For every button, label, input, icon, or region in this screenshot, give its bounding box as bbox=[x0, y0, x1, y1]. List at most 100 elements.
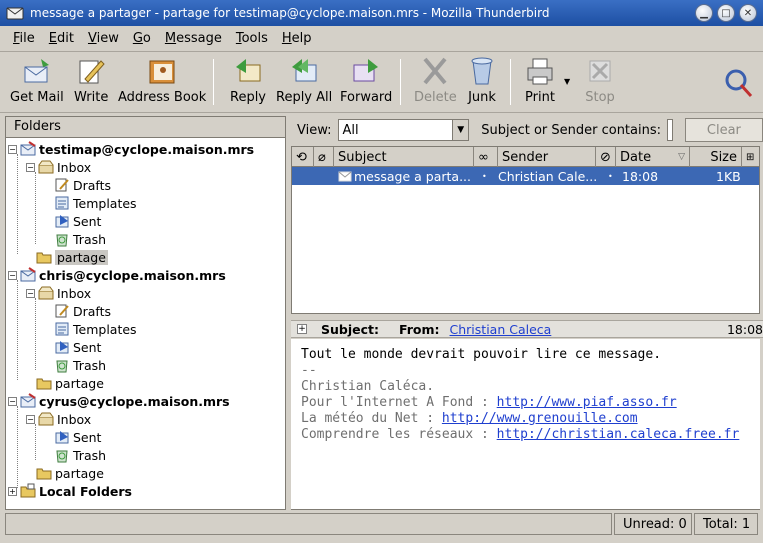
column-date[interactable]: Date ▽ bbox=[616, 147, 690, 167]
row-size: 1KB bbox=[716, 168, 741, 184]
print-icon bbox=[527, 58, 553, 85]
sent-icon bbox=[55, 341, 69, 354]
link-caleca[interactable]: http://christian.caleca.free.fr bbox=[497, 427, 740, 442]
collapse-toggle[interactable]: − bbox=[26, 414, 35, 424]
clear-button[interactable]: Clear bbox=[684, 118, 763, 142]
reply-all-label: Reply All bbox=[276, 90, 333, 105]
close-button[interactable]: ✕ bbox=[739, 4, 757, 22]
account-testimap[interactable]: − testimap@cyclope.maison.mrs bbox=[8, 140, 254, 158]
column-junk[interactable]: ⊘ bbox=[596, 147, 616, 167]
collapse-toggle[interactable]: − bbox=[8, 270, 17, 280]
mail-account-icon bbox=[20, 267, 36, 282]
get-mail-button[interactable]: Get Mail bbox=[10, 55, 64, 105]
link-piaf[interactable]: http://www.piaf.asso.fr bbox=[497, 395, 677, 410]
thread-pane: ⟲ ⌀ Subject ∞ Sender ⊘ Date ▽ Size ⊞ mes… bbox=[291, 146, 760, 314]
dropdown-arrow-icon[interactable]: ▼ bbox=[452, 120, 469, 140]
message-time: 18:08 bbox=[726, 321, 763, 337]
get-mail-icon bbox=[24, 59, 49, 83]
body-line: Tout le monde devrait pouvoir lire ce me… bbox=[301, 347, 662, 362]
attachment-icon: ⌀ bbox=[318, 149, 326, 165]
print-button[interactable]: Print bbox=[524, 55, 556, 105]
column-size[interactable]: Size bbox=[690, 147, 742, 167]
minimize-button[interactable]: ▁ bbox=[695, 4, 713, 22]
collapse-toggle[interactable]: − bbox=[26, 288, 35, 298]
total-count: Total: 1 bbox=[694, 513, 758, 535]
menu-go[interactable]: Go bbox=[126, 31, 158, 46]
folder-trash[interactable]: Trash bbox=[54, 446, 106, 464]
drafts-icon bbox=[55, 304, 69, 318]
folder-templates[interactable]: Templates bbox=[54, 320, 137, 338]
stop-button[interactable]: Stop bbox=[584, 55, 616, 105]
reply-all-button[interactable]: Reply All bbox=[276, 55, 332, 105]
mail-account-icon bbox=[20, 141, 36, 156]
from-link[interactable]: Christian Caleca bbox=[450, 322, 552, 337]
column-picker[interactable]: ⊞ bbox=[742, 147, 759, 167]
folder-inbox[interactable]: − Inbox bbox=[26, 410, 91, 428]
expand-header-icon[interactable]: + bbox=[297, 324, 307, 334]
signature-line: Pour l'Internet A Fond : http://www.piaf… bbox=[301, 395, 677, 410]
folder-sent[interactable]: Sent bbox=[54, 212, 101, 230]
column-subject[interactable]: Subject bbox=[334, 147, 474, 167]
unread-dot-icon: • bbox=[482, 171, 487, 181]
templates-icon bbox=[55, 196, 69, 210]
delete-button[interactable]: Delete bbox=[414, 55, 457, 105]
menu-tools[interactable]: Tools bbox=[229, 31, 275, 46]
account-cyrus[interactable]: − cyrus@cyclope.maison.mrs bbox=[8, 392, 230, 410]
write-button[interactable]: Write bbox=[74, 55, 108, 105]
trash-icon bbox=[56, 450, 68, 463]
menu-file[interactable]: File bbox=[6, 31, 42, 46]
inbox-icon bbox=[38, 160, 54, 174]
folder-sent[interactable]: Sent bbox=[54, 338, 101, 356]
address-book-button[interactable]: Address Book bbox=[118, 55, 206, 105]
folder-drafts[interactable]: Drafts bbox=[54, 176, 111, 194]
folder-sent[interactable]: Sent bbox=[54, 428, 101, 446]
folder-drafts[interactable]: Drafts bbox=[54, 302, 111, 320]
link-grenouille[interactable]: http://www.grenouille.com bbox=[442, 411, 638, 426]
sort-descending-icon: ▽ bbox=[678, 152, 685, 162]
junk-button[interactable]: Junk bbox=[466, 55, 498, 105]
menu-edit[interactable]: Edit bbox=[42, 31, 81, 46]
junk-status-icon: ⊘ bbox=[600, 149, 611, 165]
signature-line: Comprendre les réseaux : http://christia… bbox=[301, 427, 740, 442]
collapse-toggle[interactable]: − bbox=[26, 162, 35, 172]
table-row[interactable]: message a parta... • Christian Cale... •… bbox=[292, 167, 759, 185]
folder-templates[interactable]: Templates bbox=[54, 194, 137, 212]
maximize-button[interactable]: □ bbox=[717, 4, 735, 22]
folder-inbox[interactable]: − Inbox bbox=[26, 158, 91, 176]
menu-view[interactable]: View bbox=[81, 31, 126, 46]
folders-header[interactable]: Folders bbox=[6, 117, 285, 138]
title-bar: message a partager - partage for testima… bbox=[0, 0, 763, 26]
folder-inbox[interactable]: − Inbox bbox=[26, 284, 91, 302]
read-status-icon: ∞ bbox=[478, 149, 489, 165]
junk-dot-icon: • bbox=[608, 171, 613, 181]
column-attachment[interactable]: ⌀ bbox=[314, 147, 334, 167]
column-read[interactable]: ∞ bbox=[474, 147, 498, 167]
junk-label: Junk bbox=[468, 90, 496, 105]
menu-message[interactable]: Message bbox=[158, 31, 229, 46]
folder-partage[interactable]: partage bbox=[36, 464, 104, 482]
folder-partage[interactable]: partage bbox=[36, 374, 104, 392]
view-select[interactable]: All ▼ bbox=[337, 119, 470, 141]
search-input[interactable] bbox=[667, 119, 673, 141]
reply-button[interactable]: Reply bbox=[230, 55, 266, 105]
menu-help[interactable]: Help bbox=[275, 31, 319, 46]
address-book-icon bbox=[149, 60, 175, 84]
expand-toggle[interactable]: + bbox=[8, 486, 17, 496]
folder-partage-selected[interactable]: partage bbox=[36, 248, 108, 266]
account-chris[interactable]: − chris@cyclope.maison.mrs bbox=[8, 266, 226, 284]
folder-trash[interactable]: Trash bbox=[54, 356, 106, 374]
row-date: 18:08 bbox=[622, 168, 659, 184]
inbox-icon bbox=[38, 286, 54, 300]
forward-button[interactable]: Forward bbox=[340, 55, 392, 105]
thunderbird-app-icon[interactable] bbox=[6, 4, 24, 22]
main-toolbar: Get Mail Write Address Book Reply Reply … bbox=[0, 53, 763, 113]
column-thread[interactable]: ⟲ bbox=[292, 147, 314, 167]
collapse-toggle[interactable]: − bbox=[8, 396, 17, 406]
print-dropdown-icon[interactable]: ▼ bbox=[564, 77, 570, 86]
column-sender[interactable]: Sender bbox=[498, 147, 596, 167]
local-folders[interactable]: + Local Folders bbox=[8, 482, 132, 500]
window-title: message a partager - partage for testima… bbox=[30, 6, 550, 20]
folder-icon bbox=[36, 468, 52, 480]
folder-trash[interactable]: Trash bbox=[54, 230, 106, 248]
collapse-toggle[interactable]: − bbox=[8, 144, 17, 154]
